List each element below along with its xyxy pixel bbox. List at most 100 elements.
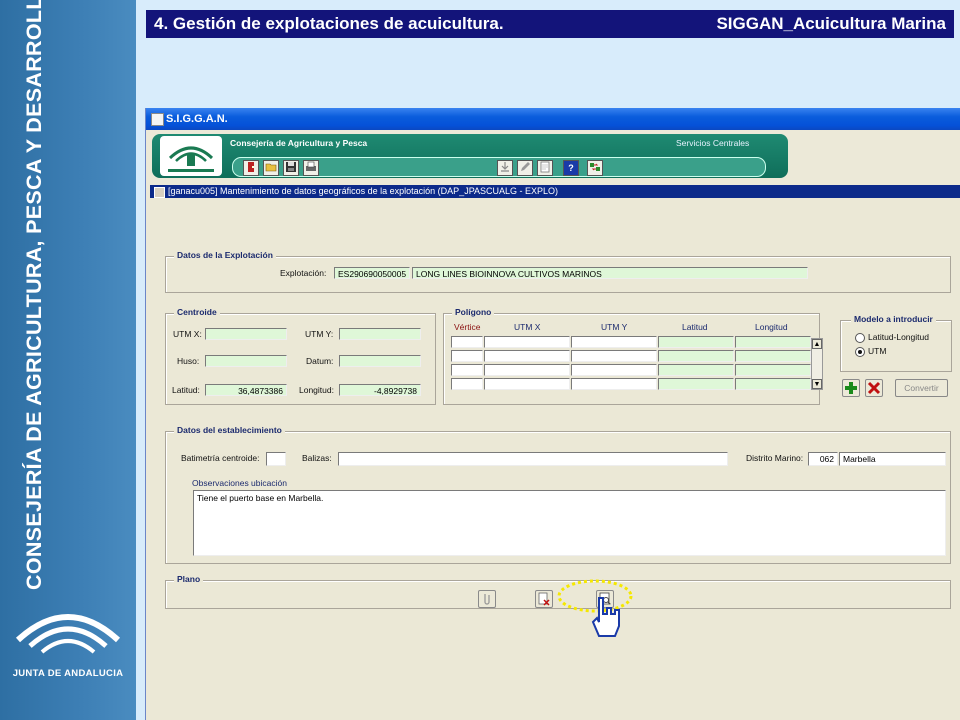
huso-field[interactable] (205, 355, 287, 367)
document-icon[interactable] (537, 160, 553, 176)
utm-y-cell[interactable] (571, 336, 657, 348)
app-banner: Consejería de Agricultura y Pesca Servic… (152, 134, 788, 178)
plus-icon (845, 382, 857, 394)
utm-x-cell[interactable] (484, 350, 570, 362)
distrito-code-field[interactable]: 062 (808, 452, 838, 466)
scroll-up-icon[interactable]: ▲ (812, 339, 822, 349)
delete-vertex-button[interactable] (865, 379, 883, 397)
longitud-field[interactable]: -4,8929738 (339, 384, 421, 396)
latitud-field[interactable]: 36,4873386 (205, 384, 287, 396)
slide-title: 4. Gestión de explotaciones de acuicultu… (154, 14, 504, 33)
establecimiento-group: Datos del establecimiento Batimetría cen… (165, 425, 951, 564)
sidebar-vertical-text: CONSEJERÍA DE AGRICULTURA, PESCA Y DESAR… (20, 0, 48, 590)
add-vertex-button[interactable] (842, 379, 860, 397)
longitud-cell[interactable] (735, 336, 811, 348)
banner-service: Servicios Centrales (676, 138, 750, 148)
window-app-icon (151, 113, 164, 126)
observaciones-textarea[interactable]: Tiene el puerto base en Marbella. (193, 490, 946, 556)
vertice-cell[interactable] (451, 364, 483, 376)
edit-icon[interactable] (517, 160, 533, 176)
open-folder-icon[interactable] (263, 160, 279, 176)
utm-x-cell[interactable] (484, 336, 570, 348)
latitud-cell[interactable] (658, 336, 734, 348)
help-icon[interactable]: ? (563, 160, 579, 176)
latitud-label: Latitud: (172, 385, 200, 395)
exit-icon[interactable] (243, 160, 259, 176)
col-latitud: Latitud (682, 322, 708, 332)
vertice-cell[interactable] (451, 350, 483, 362)
logo-label: JUNTA DE ANDALUCIA (12, 668, 124, 679)
poligono-group: Polígono Vértice UTM X UTM Y Latitud Lon… (443, 307, 820, 405)
utm-x-cell[interactable] (484, 364, 570, 376)
vertice-cell[interactable] (451, 336, 483, 348)
slide-subtitle: SIGGAN_Acuicultura Marina (716, 14, 946, 33)
main-toolbar: ? (232, 157, 766, 177)
delete-icon (867, 381, 881, 395)
utm-y-cell[interactable] (571, 378, 657, 390)
print-icon[interactable] (303, 160, 319, 176)
datos-explotacion-legend: Datos de la Explotación (174, 250, 276, 260)
col-utm-y: UTM Y (601, 322, 628, 332)
poligono-scrollbar[interactable]: ▲ ▼ (811, 338, 823, 390)
establecimiento-legend: Datos del establecimiento (174, 425, 285, 435)
option-latitud-longitud-label: Latitud-Longitud (868, 332, 929, 342)
module-icon (154, 187, 165, 198)
explotacion-label: Explotación: (280, 268, 327, 278)
utm-y-label: UTM Y: (305, 329, 334, 339)
latitud-cell[interactable] (658, 378, 734, 390)
balizas-field[interactable] (338, 452, 728, 466)
hand-pointer-icon (591, 597, 620, 637)
delete-document-icon (538, 592, 550, 606)
module-title: [ganacu005] Mantenimiento de datos geogr… (168, 186, 559, 196)
convert-button[interactable]: Convertir (895, 379, 948, 397)
utm-y-cell[interactable] (571, 350, 657, 362)
explotacion-name-field[interactable]: LONG LINES BIOINNOVA CULTIVOS MARINOS (412, 267, 808, 279)
scroll-down-icon[interactable]: ▼ (812, 379, 822, 389)
form-area: Datos de la Explotación Explotación: ES2… (150, 198, 960, 720)
paperclip-icon (484, 594, 490, 605)
download-icon[interactable] (497, 160, 513, 176)
latitud-cell[interactable] (658, 364, 734, 376)
save-icon[interactable] (283, 160, 299, 176)
module-header: [ganacu005] Mantenimiento de datos geogr… (150, 185, 960, 198)
attach-plano-button[interactable] (478, 590, 496, 608)
app-window: S.I.G.G.A.N. Consejería de Agricultura y… (145, 108, 960, 720)
utm-x-label: UTM X: (173, 329, 202, 339)
modelo-group: Modelo a introducir Latitud-Longitud UTM (840, 314, 952, 372)
window-title: S.I.G.G.A.N. (166, 113, 228, 125)
centroide-group: Centroide UTM X: UTM Y: Huso: Datum: Lat… (165, 307, 436, 405)
centroide-legend: Centroide (174, 307, 220, 317)
sidebar-band: CONSEJERÍA DE AGRICULTURA, PESCA Y DESAR… (0, 0, 136, 720)
col-utm-x: UTM X (514, 322, 541, 332)
utm-y-cell[interactable] (571, 364, 657, 376)
longitud-cell[interactable] (735, 364, 811, 376)
explotacion-code-field[interactable]: ES290690050005 (334, 267, 410, 279)
datos-explotacion-group: Datos de la Explotación Explotación: ES2… (165, 250, 951, 293)
junta-banner-logo-icon (160, 136, 222, 176)
window-titlebar[interactable]: S.I.G.G.A.N. (146, 108, 960, 130)
poligono-legend: Polígono (452, 307, 495, 317)
centroide-utm-y-field[interactable] (339, 328, 421, 340)
datum-label: Datum: (306, 356, 334, 366)
batimetria-field[interactable] (266, 452, 286, 466)
slide-title-bar: 4. Gestión de explotaciones de acuicultu… (146, 10, 954, 38)
datum-field[interactable] (339, 355, 421, 367)
col-vertice: Vértice (454, 322, 481, 332)
latitud-cell[interactable] (658, 350, 734, 362)
highlight-ellipse (557, 579, 633, 613)
delete-plano-button[interactable] (535, 590, 553, 608)
sidebar-line-1: CONSEJERÍA DE AGRICULTURA, PESCA Y DESAR… (22, 0, 46, 590)
radio-latitud-longitud[interactable] (855, 333, 865, 343)
radio-utm[interactable] (855, 347, 865, 357)
utm-x-cell[interactable] (484, 378, 570, 390)
col-longitud: Longitud (755, 322, 788, 332)
centroide-utm-x-field[interactable] (205, 328, 287, 340)
transfer-icon[interactable] (587, 160, 603, 176)
longitud-label: Longitud: (299, 385, 334, 395)
longitud-cell[interactable] (735, 350, 811, 362)
observaciones-label: Observaciones ubicación (192, 478, 287, 488)
batimetria-label: Batimetría centroide: (181, 453, 260, 463)
longitud-cell[interactable] (735, 378, 811, 390)
distrito-name-field[interactable]: Marbella (839, 452, 946, 466)
vertice-cell[interactable] (451, 378, 483, 390)
